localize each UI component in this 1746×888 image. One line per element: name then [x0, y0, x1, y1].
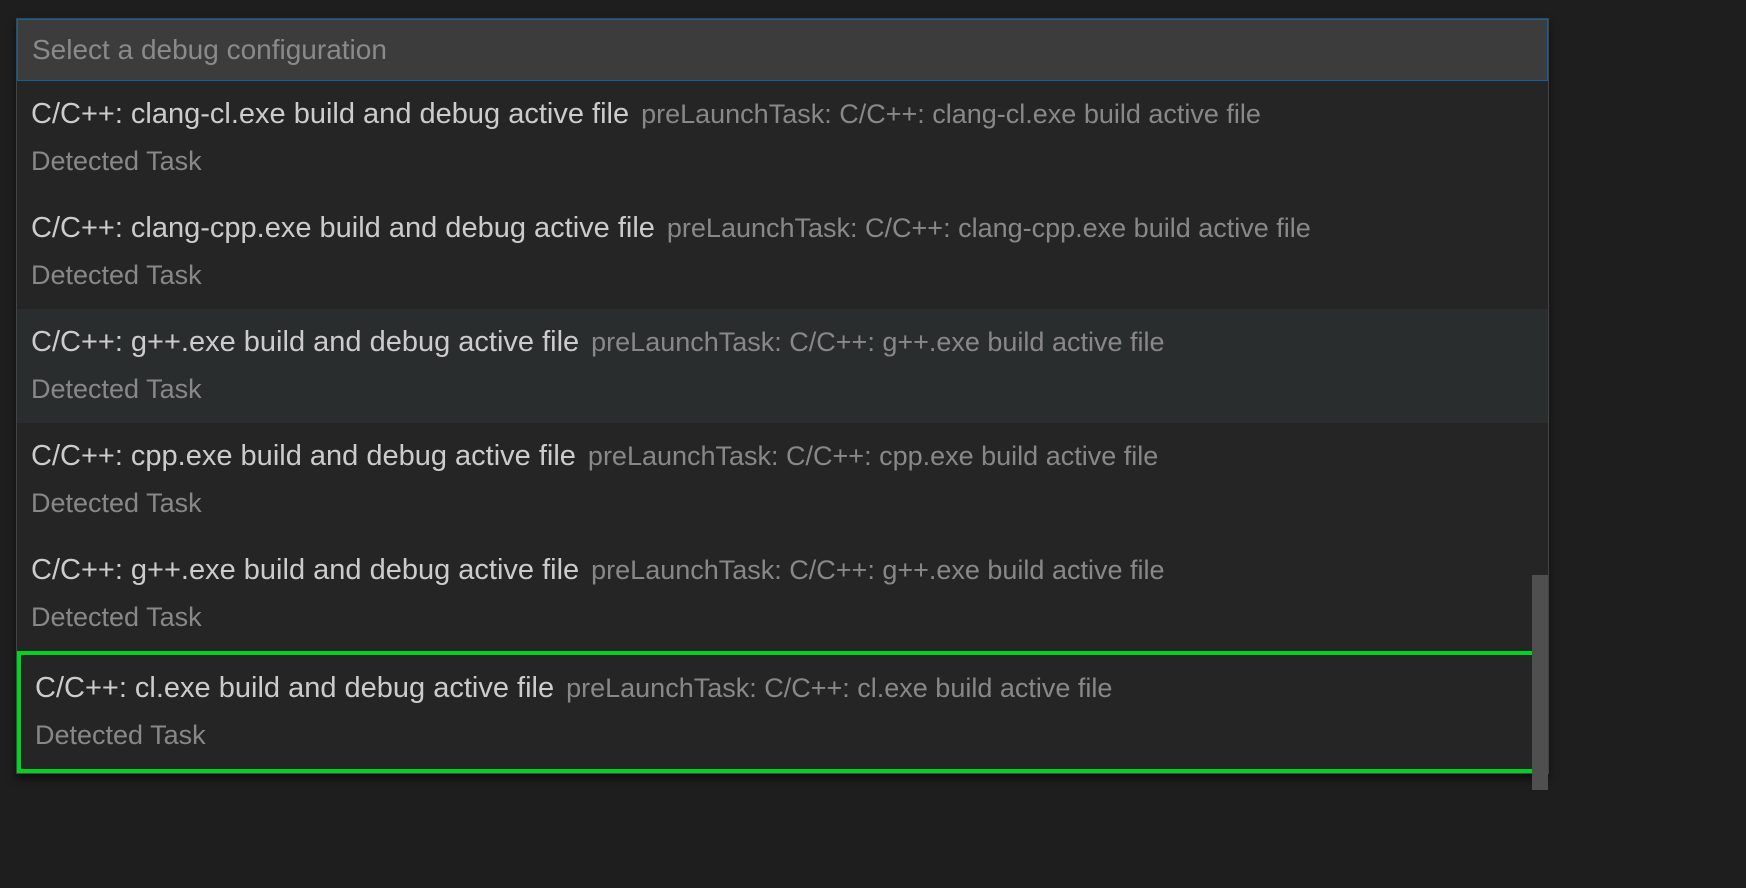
config-subtitle: preLaunchTask: C/C++: g++.exe build acti… — [591, 327, 1164, 357]
config-title: C/C++: clang-cl.exe build and debug acti… — [31, 98, 629, 130]
config-detail: Detected Task — [31, 255, 1534, 296]
config-subtitle: preLaunchTask: C/C++: cl.exe build activ… — [566, 673, 1112, 703]
debug-config-search-input[interactable] — [18, 20, 1547, 80]
config-title: C/C++: cpp.exe build and debug active fi… — [31, 440, 576, 472]
config-subtitle: preLaunchTask: C/C++: clang-cpp.exe buil… — [667, 213, 1311, 243]
config-title: C/C++: g++.exe build and debug active fi… — [31, 554, 579, 586]
debug-config-list: C/C++: clang-cl.exe build and debug acti… — [17, 81, 1548, 773]
config-title: C/C++: cl.exe build and debug active fil… — [35, 672, 554, 704]
config-subtitle: preLaunchTask: C/C++: clang-cl.exe build… — [641, 99, 1261, 129]
config-item-row1: C/C++: cpp.exe build and debug active fi… — [31, 435, 1534, 479]
debug-config-item[interactable]: C/C++: g++.exe build and debug active fi… — [17, 309, 1548, 423]
debug-config-item[interactable]: C/C++: g++.exe build and debug active fi… — [17, 537, 1548, 651]
debug-config-item[interactable]: C/C++: cpp.exe build and debug active fi… — [17, 423, 1548, 537]
config-detail: Detected Task — [31, 369, 1534, 410]
search-input-wrapper — [17, 19, 1548, 81]
config-detail: Detected Task — [31, 141, 1534, 182]
debug-config-quickpick: C/C++: clang-cl.exe build and debug acti… — [16, 18, 1549, 774]
config-subtitle: preLaunchTask: C/C++: g++.exe build acti… — [591, 555, 1164, 585]
config-item-row1: C/C++: g++.exe build and debug active fi… — [31, 321, 1534, 365]
config-title: C/C++: clang-cpp.exe build and debug act… — [31, 212, 655, 244]
config-item-row1: C/C++: clang-cpp.exe build and debug act… — [31, 207, 1534, 251]
config-title: C/C++: g++.exe build and debug active fi… — [31, 326, 579, 358]
config-item-row1: C/C++: g++.exe build and debug active fi… — [31, 549, 1534, 593]
config-detail: Detected Task — [31, 483, 1534, 524]
debug-config-item[interactable]: C/C++: clang-cl.exe build and debug acti… — [17, 81, 1548, 195]
config-detail: Detected Task — [35, 715, 1530, 756]
scrollbar-thumb[interactable] — [1532, 575, 1548, 790]
config-subtitle: preLaunchTask: C/C++: cpp.exe build acti… — [588, 441, 1158, 471]
config-item-row1: C/C++: clang-cl.exe build and debug acti… — [31, 93, 1534, 137]
debug-config-item[interactable]: C/C++: cl.exe build and debug active fil… — [17, 651, 1548, 773]
editor-gutter-right — [1549, 0, 1746, 888]
config-item-row1: C/C++: cl.exe build and debug active fil… — [35, 667, 1530, 711]
debug-config-item[interactable]: C/C++: clang-cpp.exe build and debug act… — [17, 195, 1548, 309]
config-detail: Detected Task — [31, 597, 1534, 638]
